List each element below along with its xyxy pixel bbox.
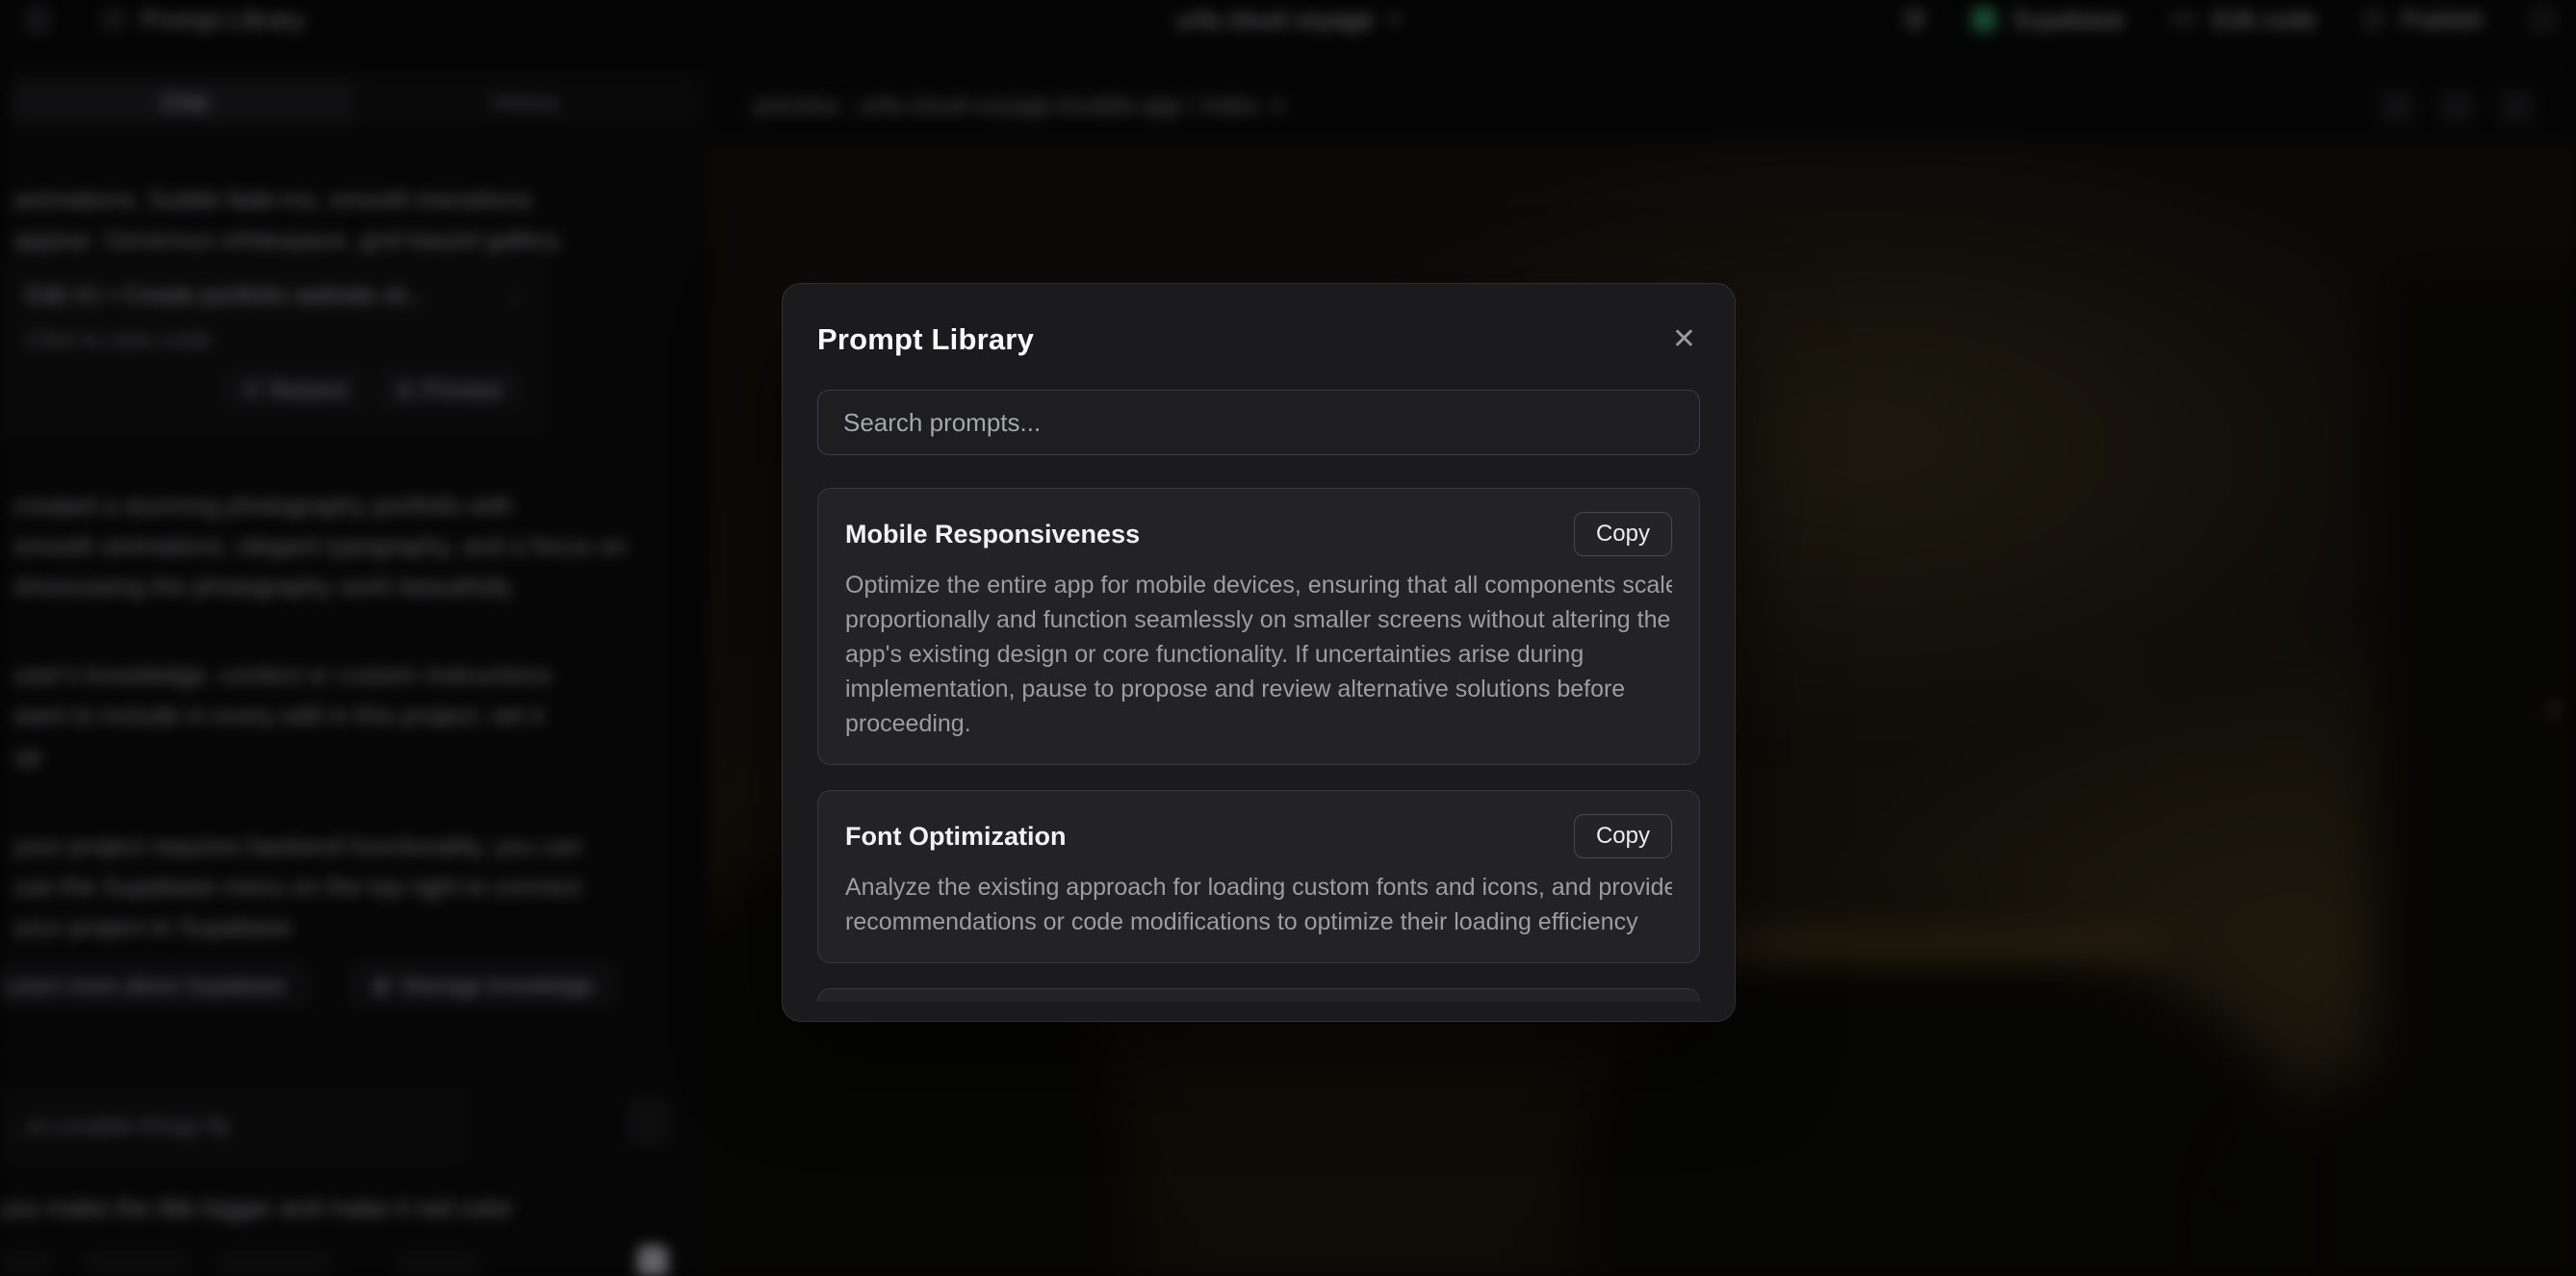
copy-button[interactable]: Copy: [1574, 512, 1672, 556]
prompt-body: Optimize the entire app for mobile devic…: [845, 568, 1672, 741]
search-box: [817, 390, 1700, 455]
prompt-body-line: implementation, pause to propose and rev…: [845, 672, 1672, 706]
copy-button[interactable]: Copy: [1574, 814, 1672, 858]
prompt-card-partial: [817, 988, 1700, 1002]
prompt-body-line: Optimize the entire app for mobile devic…: [845, 568, 1672, 602]
prompt-body-line: recommendations or code modifications to…: [845, 905, 1672, 939]
prompt-card-mobile-responsiveness: Mobile Responsiveness Copy Optimize the …: [817, 488, 1700, 765]
prompt-body-line: app's existing design or core functional…: [845, 637, 1672, 672]
app-window: Prompt Library urfa cloud voyage ▾ ⚙ Sup…: [0, 0, 2576, 1276]
prompt-body-line: proportionally and function seamlessly o…: [845, 602, 1672, 637]
prompt-title: Mobile Responsiveness: [845, 520, 1140, 549]
modal-title: Prompt Library: [817, 322, 1034, 357]
prompt-card-font-optimization: Font Optimization Copy Analyze the exist…: [817, 790, 1700, 963]
prompt-body-line: Analyze the existing approach for loadin…: [845, 870, 1672, 905]
prompt-body-line: proceeding.: [845, 706, 1672, 741]
close-icon[interactable]: ✕: [1668, 321, 1700, 358]
prompt-body: Analyze the existing approach for loadin…: [845, 870, 1672, 939]
search-input[interactable]: [826, 408, 1691, 438]
prompt-library-modal: Prompt Library ✕ Mobile Responsiveness C…: [782, 283, 1736, 1022]
prompt-list: Mobile Responsiveness Copy Optimize the …: [817, 488, 1700, 1002]
prompt-title: Font Optimization: [845, 822, 1066, 852]
